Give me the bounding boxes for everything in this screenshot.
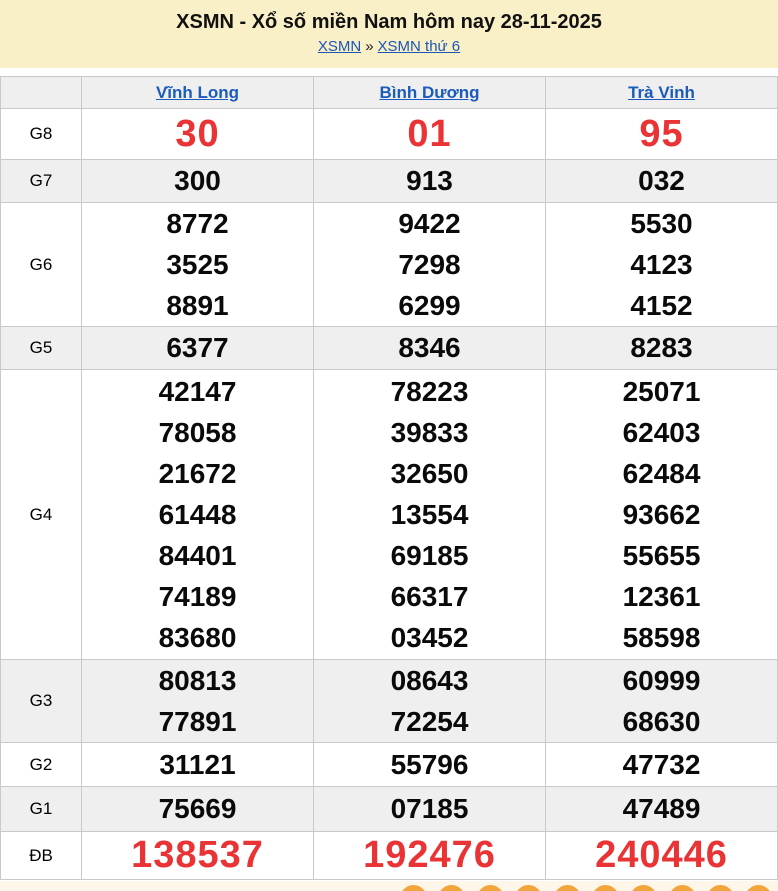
result-g4-tra-vinh: 25071 62403 62484 93662 55655 12361 5859… (546, 370, 778, 660)
table-row-g2: G2 31121 55796 47732 (1, 743, 778, 787)
lotto-ball[interactable] (477, 885, 504, 891)
breadcrumb: XSMN» XSMN thứ 6 (0, 35, 778, 59)
breadcrumb-separator: » (365, 38, 373, 55)
result-g3-vinh-long: 80813 77891 (82, 660, 314, 743)
result-g6-binh-duong: 9422 7298 6299 (314, 203, 546, 327)
result-g8-tra-vinh: 95 (546, 109, 778, 160)
result-g3-binh-duong: 08643 72254 (314, 660, 546, 743)
page-title: XSMN - Xổ số miền Nam hôm nay 28-11-2025 (0, 9, 778, 35)
table-row-g6: G6 8772 3525 8891 9422 7298 6299 5530 41… (1, 203, 778, 327)
results-table: Vĩnh Long Bình Dương Trà Vinh G8 30 01 9… (0, 76, 778, 880)
prize-column-header (1, 77, 82, 109)
table-row-g1: G1 75669 07185 47489 (1, 787, 778, 832)
page-header: XSMN - Xổ số miền Nam hôm nay 28-11-2025… (0, 0, 778, 68)
lotto-ball[interactable] (554, 885, 581, 891)
province-header-binh-duong: Bình Dương (314, 77, 546, 109)
result-g5-tra-vinh: 8283 (546, 327, 778, 370)
lotto-ball[interactable] (438, 885, 465, 891)
lotto-ball[interactable] (630, 885, 657, 891)
province-header-tra-vinh: Trà Vinh (546, 77, 778, 109)
result-db-tra-vinh: 240446 (546, 832, 778, 880)
result-g2-vinh-long: 31121 (82, 743, 314, 787)
result-g7-binh-duong: 913 (314, 160, 546, 203)
table-row-g8: G8 30 01 95 (1, 109, 778, 160)
breadcrumb-link-xsmn-thu-6[interactable]: XSMN thứ 6 (378, 38, 461, 55)
prize-label-g2: G2 (1, 743, 82, 787)
result-g8-binh-duong: 01 (314, 109, 546, 160)
lotto-ball[interactable] (745, 885, 772, 891)
result-g4-vinh-long: 42147 78058 21672 61448 84401 74189 8368… (82, 370, 314, 660)
province-link-vinh-long[interactable]: Vĩnh Long (156, 83, 239, 102)
result-g6-tra-vinh: 5530 4123 4152 (546, 203, 778, 327)
table-row-db: ĐB 138537 192476 240446 (1, 832, 778, 880)
table-row-g4: G4 42147 78058 21672 61448 84401 74189 8… (1, 370, 778, 660)
result-db-vinh-long: 138537 (82, 832, 314, 880)
prize-label-g6: G6 (1, 203, 82, 327)
result-g2-binh-duong: 55796 (314, 743, 546, 787)
result-db-binh-duong: 192476 (314, 832, 546, 880)
lotto-ball-strip (0, 881, 778, 891)
breadcrumb-link-xsmn[interactable]: XSMN (318, 38, 361, 55)
result-g6-vinh-long: 8772 3525 8891 (82, 203, 314, 327)
lotto-ball[interactable] (592, 885, 619, 891)
table-row-g5: G5 6377 8346 8283 (1, 327, 778, 370)
prize-label-g7: G7 (1, 160, 82, 203)
table-row-g3: G3 80813 77891 08643 72254 60999 68630 (1, 660, 778, 743)
result-g5-vinh-long: 6377 (82, 327, 314, 370)
result-g7-tra-vinh: 032 (546, 160, 778, 203)
table-header-row: Vĩnh Long Bình Dương Trà Vinh (1, 77, 778, 109)
prize-label-g1: G1 (1, 787, 82, 832)
lotto-ball[interactable] (400, 885, 427, 891)
result-g3-tra-vinh: 60999 68630 (546, 660, 778, 743)
prize-label-g8: G8 (1, 109, 82, 160)
province-header-vinh-long: Vĩnh Long (82, 77, 314, 109)
result-g5-binh-duong: 8346 (314, 327, 546, 370)
prize-label-g5: G5 (1, 327, 82, 370)
province-link-binh-duong[interactable]: Bình Dương (380, 83, 480, 102)
result-g1-vinh-long: 75669 (82, 787, 314, 832)
result-g1-tra-vinh: 47489 (546, 787, 778, 832)
prize-label-g3: G3 (1, 660, 82, 743)
lotto-ball[interactable] (707, 885, 734, 891)
prize-label-db: ĐB (1, 832, 82, 880)
table-row-g7: G7 300 913 032 (1, 160, 778, 203)
result-g2-tra-vinh: 47732 (546, 743, 778, 787)
result-g1-binh-duong: 07185 (314, 787, 546, 832)
result-g8-vinh-long: 30 (82, 109, 314, 160)
result-g7-vinh-long: 300 (82, 160, 314, 203)
prize-label-g4: G4 (1, 370, 82, 660)
result-g4-binh-duong: 78223 39833 32650 13554 69185 66317 0345… (314, 370, 546, 660)
lotto-ball[interactable] (669, 885, 696, 891)
lotto-ball[interactable] (515, 885, 542, 891)
province-link-tra-vinh[interactable]: Trà Vinh (628, 83, 695, 102)
